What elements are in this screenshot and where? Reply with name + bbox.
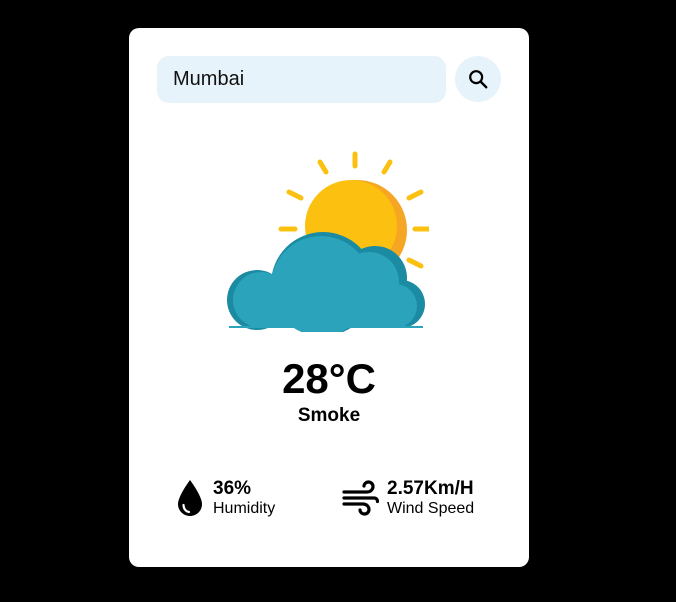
city-search-input[interactable]: [157, 56, 446, 103]
humidity-stat: 36% Humidity: [175, 478, 275, 518]
weather-card: 28°C Smoke 36% Humidity 2.57Km/H: [129, 28, 529, 567]
partly-cloudy-icon: [227, 151, 429, 332]
humidity-label: Humidity: [213, 500, 276, 517]
temperature: 28°C: [282, 355, 376, 402]
search-button[interactable]: [455, 56, 501, 102]
search-icon: [469, 70, 488, 89]
humidity-value: 36%: [213, 478, 252, 499]
wind-speed-value: 2.57Km/H: [387, 478, 474, 499]
humidity-drop-icon: [175, 478, 205, 518]
wind-icon: [341, 480, 379, 516]
weather-condition: Smoke: [297, 405, 361, 426]
wind-speed-label: Wind Speed: [387, 500, 475, 517]
wind-stat: 2.57Km/H Wind Speed: [341, 478, 474, 518]
